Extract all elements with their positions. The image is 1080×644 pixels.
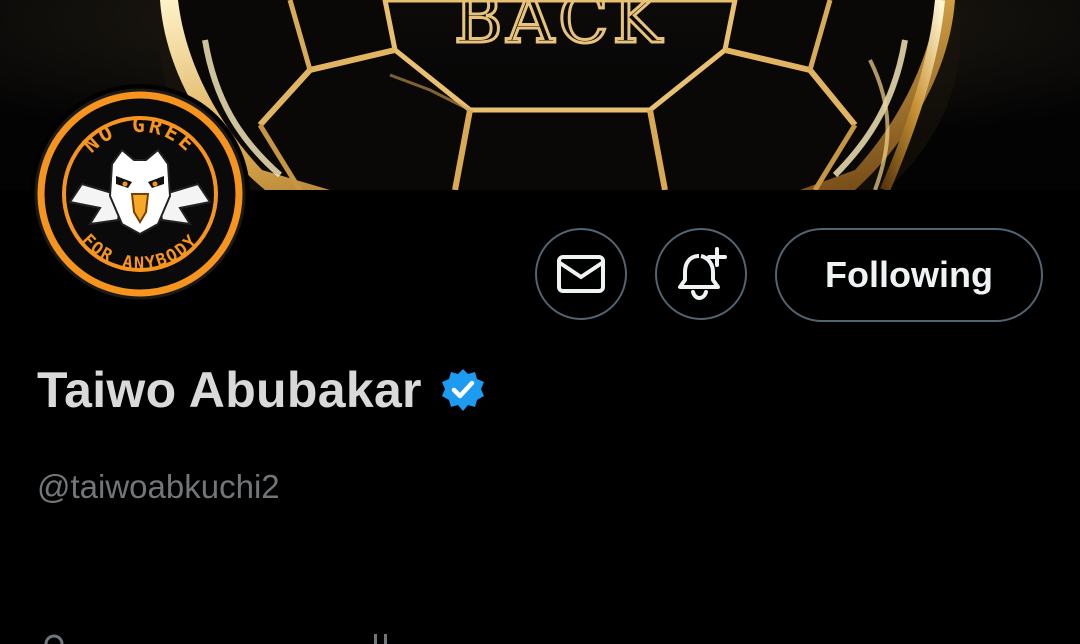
eagle-logo-icon: NO GREE FOR ANYBODY [34,88,246,300]
bell-plus-icon [678,247,727,301]
banner-text: BACK [454,0,666,58]
profile-avatar[interactable]: NO GREE FOR ANYBODY [30,84,250,304]
bio-row-cutoff [44,634,387,644]
display-name: Taiwo Abubakar [37,362,422,418]
message-button[interactable] [535,228,627,320]
profile-name-row: Taiwo Abubakar [37,358,486,422]
verified-badge-icon[interactable] [440,367,486,413]
profile-handle: @taiwoabkuchi2 [37,468,280,505]
envelope-icon [557,255,605,293]
following-button[interactable]: Following [775,228,1043,322]
notifications-button[interactable] [655,228,747,320]
